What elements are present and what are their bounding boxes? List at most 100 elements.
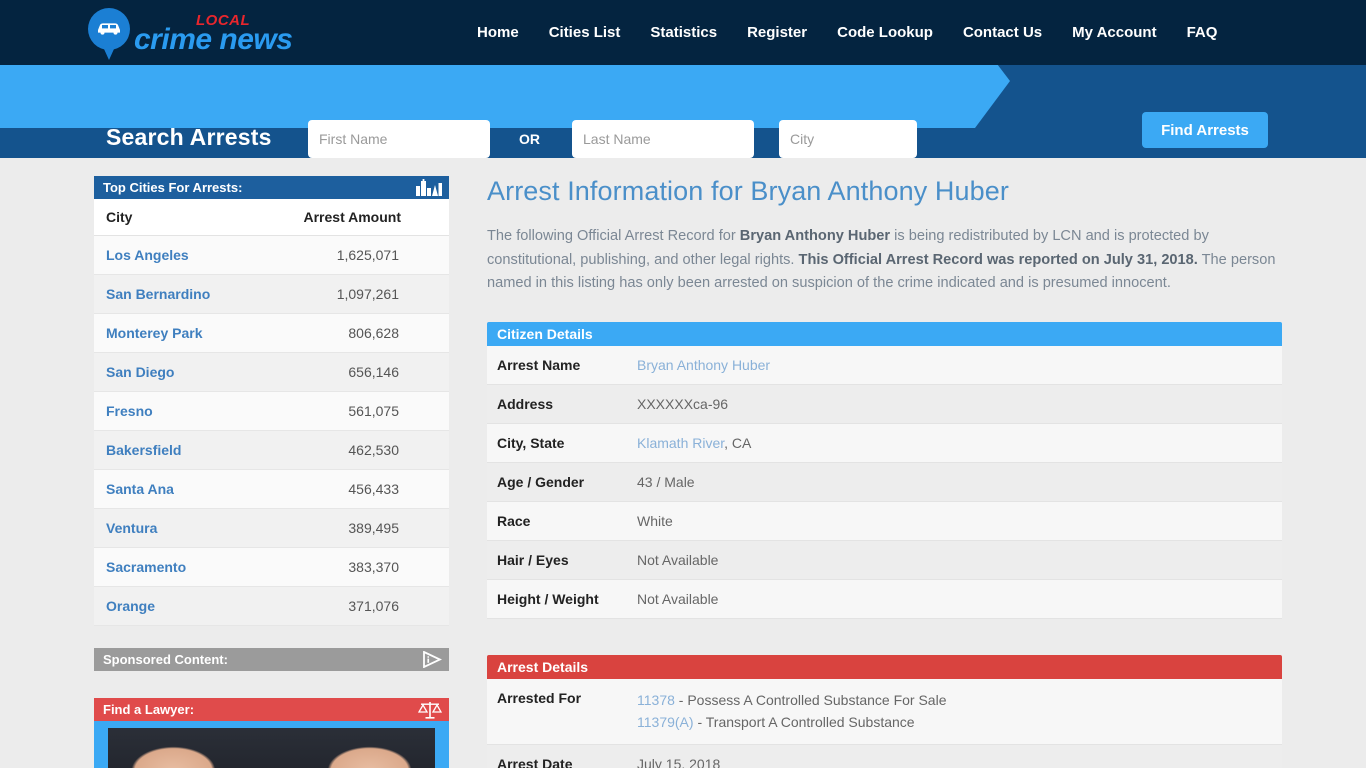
charge-desc-1: - Possess A Controlled Substance For Sal… <box>674 691 947 708</box>
site-logo[interactable]: LOCAL crime news <box>88 5 293 63</box>
row-label-hair-eyes: Hair / Eyes <box>487 540 627 580</box>
table-row[interactable]: Los Angeles 1,625,071 <box>94 235 449 275</box>
city-link-orange[interactable]: Orange <box>106 598 155 614</box>
table-row[interactable]: San Diego 656,146 <box>94 352 449 392</box>
sponsored-content-header: Sponsored Content: <box>94 648 449 671</box>
table-row: Arrest Name Bryan Anthony Huber <box>487 345 1282 385</box>
city-link-ventura[interactable]: Ventura <box>106 520 157 536</box>
nav-item-faq[interactable]: FAQ <box>1172 24 1233 41</box>
table-row[interactable]: Santa Ana 456,433 <box>94 469 449 509</box>
handcuffed-hands-photo <box>108 728 435 768</box>
table-header-row: City Arrest Amount <box>94 199 449 236</box>
table-row: Race White <box>487 501 1282 541</box>
table-row[interactable]: Ventura 389,495 <box>94 508 449 548</box>
city-link-los-angeles[interactable]: Los Angeles <box>106 247 189 263</box>
table-row[interactable]: Orange 371,076 <box>94 586 449 626</box>
row-label-arrest-name: Arrest Name <box>487 345 627 385</box>
top-cities-header: Top Cities For Arrests: <box>94 176 449 199</box>
table-row: Arrested For 11378 - Possess A Controlle… <box>487 678 1282 746</box>
city-state-suffix: , CA <box>724 434 752 451</box>
disclaimer-subject-name: Bryan Anthony Huber <box>739 228 891 244</box>
table-row[interactable]: San Bernardino 1,097,261 <box>94 274 449 314</box>
citizen-details-header: Citizen Details <box>487 321 1282 346</box>
row-value-height-weight: Not Available <box>627 579 1282 619</box>
table-row[interactable]: Sacramento 383,370 <box>94 547 449 587</box>
city-amount: 383,370 <box>251 547 449 587</box>
row-label-address: Address <box>487 384 627 424</box>
city-amount: 389,495 <box>251 508 449 548</box>
arrest-details-table: Arrested For 11378 - Possess A Controlle… <box>487 678 1282 768</box>
top-cities-header-label: Top Cities For Arrests: <box>103 180 243 195</box>
page-body: Top Cities For Arrests: City Arrest Amou… <box>0 158 1366 768</box>
find-a-lawyer-label: Find a Lawyer: <box>103 702 195 717</box>
city-amount: 1,625,071 <box>251 235 449 275</box>
city-amount: 462,530 <box>251 430 449 470</box>
city-amount: 656,146 <box>251 352 449 392</box>
disclaimer-part-1: The following Official Arrest Record for <box>487 228 740 244</box>
arrest-name-link[interactable]: Bryan Anthony Huber <box>637 357 770 373</box>
citizen-details-table: Arrest Name Bryan Anthony Huber Address … <box>487 345 1282 619</box>
first-name-input[interactable] <box>308 120 490 158</box>
row-value-address: XXXXXXca-96 <box>627 384 1282 424</box>
charge-code-link-1[interactable]: 11378 <box>637 692 675 708</box>
charge-code-link-2[interactable]: 11379(A) <box>637 714 694 730</box>
find-a-lawyer-block: Find a Lawyer: <box>94 698 449 768</box>
city-link-bakersfield[interactable]: Bakersfield <box>106 442 181 458</box>
row-value-age-gender: 43 / Male <box>627 462 1282 502</box>
main-navigation: Home Cities List Statistics Register Cod… <box>462 0 1232 65</box>
col-header-arrest-amount: Arrest Amount <box>251 199 449 236</box>
row-value-hair-eyes: Not Available <box>627 540 1282 580</box>
table-row[interactable]: Monterey Park 806,628 <box>94 313 449 353</box>
charge-line: 11378 - Possess A Controlled Substance F… <box>637 690 1272 712</box>
last-name-input[interactable] <box>572 120 754 158</box>
main-content: Arrest Information for Bryan Anthony Hub… <box>487 176 1282 768</box>
nav-item-statistics[interactable]: Statistics <box>635 24 732 41</box>
car-glyph <box>98 23 120 35</box>
arrest-details-header: Arrest Details <box>487 654 1282 679</box>
city-amount: 456,433 <box>251 469 449 509</box>
or-separator-label: OR <box>519 131 540 147</box>
city-link-monterey-park[interactable]: Monterey Park <box>106 325 202 341</box>
nav-item-home[interactable]: Home <box>462 24 534 41</box>
disclaimer-reported-date: This Official Arrest Record was reported… <box>798 251 1198 268</box>
table-row: Arrest Date July 15, 2018 <box>487 744 1282 768</box>
city-link-santa-ana[interactable]: Santa Ana <box>106 481 174 497</box>
nav-item-my-account[interactable]: My Account <box>1057 24 1171 41</box>
table-row[interactable]: Fresno 561,075 <box>94 391 449 431</box>
row-label-arrest-date: Arrest Date <box>487 744 627 768</box>
adchoices-icon[interactable] <box>422 651 442 668</box>
site-header: LOCAL crime news Home Cities List Statis… <box>0 0 1366 65</box>
table-row[interactable]: Bakersfield 462,530 <box>94 430 449 470</box>
city-link-sacramento[interactable]: Sacramento <box>106 559 186 575</box>
city-amount: 371,076 <box>251 586 449 626</box>
citizen-details-section: Citizen Details Arrest Name Bryan Anthon… <box>487 321 1282 619</box>
top-cities-table: City Arrest Amount Los Angeles 1,625,071… <box>94 199 449 626</box>
city-amount: 1,097,261 <box>251 274 449 314</box>
charge-line: 11379(A) - Transport A Controlled Substa… <box>637 712 1272 734</box>
city-amount: 806,628 <box>251 313 449 353</box>
table-row: City, State Klamath River, CA <box>487 423 1282 463</box>
city-link-san-diego[interactable]: San Diego <box>106 364 174 380</box>
nav-item-code-lookup[interactable]: Code Lookup <box>822 24 948 41</box>
find-a-lawyer-header: Find a Lawyer: <box>94 698 449 721</box>
search-panel-background <box>0 65 1010 128</box>
nav-item-cities-list[interactable]: Cities List <box>534 24 636 41</box>
city-state-link[interactable]: Klamath River <box>637 435 724 451</box>
sponsored-content-block: Sponsored Content: <box>94 648 449 671</box>
city-link-san-bernardino[interactable]: San Bernardino <box>106 286 210 302</box>
row-label-race: Race <box>487 501 627 541</box>
city-link-fresno[interactable]: Fresno <box>106 403 153 419</box>
find-a-lawyer-image[interactable] <box>94 721 449 768</box>
nav-item-contact-us[interactable]: Contact Us <box>948 24 1057 41</box>
find-arrests-button[interactable]: Find Arrests <box>1142 112 1268 148</box>
city-amount: 561,075 <box>251 391 449 431</box>
table-row: Height / Weight Not Available <box>487 579 1282 619</box>
page-title: Arrest Information for Bryan Anthony Hub… <box>487 176 1009 206</box>
city-input[interactable] <box>779 120 917 158</box>
row-label-city-state: City, State <box>487 423 627 463</box>
row-label-arrested-for: Arrested For <box>487 678 627 746</box>
nav-item-register[interactable]: Register <box>732 24 822 41</box>
arrest-details-section: Arrest Details Arrested For 11378 - Poss… <box>487 654 1282 768</box>
table-row: Hair / Eyes Not Available <box>487 540 1282 580</box>
row-label-age-gender: Age / Gender <box>487 462 627 502</box>
